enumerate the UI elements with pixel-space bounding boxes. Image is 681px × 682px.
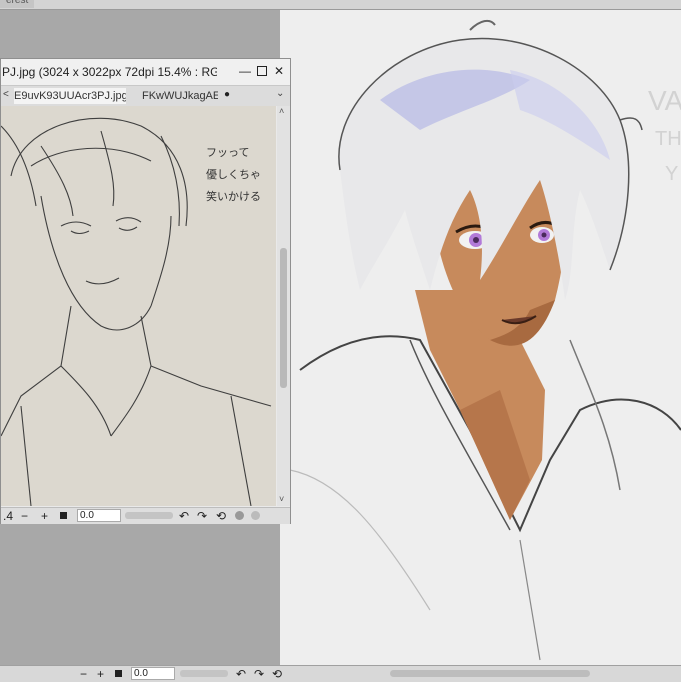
angle-field[interactable]: 0.0 [131, 667, 175, 680]
zoom-in-button[interactable]: + [97, 667, 104, 681]
top-bar: erest [0, 0, 681, 10]
tab-modified-dot-icon: ● [224, 89, 231, 100]
scroll-up-icon[interactable]: ˄ [279, 106, 284, 116]
reference-sketch: フッって 優しくちゃ 笑いかける [1, 106, 276, 506]
sub-view-scrollbar[interactable]: ˄ ˅ [277, 106, 290, 506]
handwriting-line-2: 優しくちゃ [206, 168, 261, 181]
stop-icon[interactable] [115, 670, 122, 677]
sub-angle-slider[interactable] [125, 512, 173, 519]
maximize-button[interactable] [256, 65, 268, 77]
scroll-down-icon[interactable]: ˅ [279, 494, 284, 504]
sub-indicator-icon [235, 511, 244, 520]
canvas-text-3: Y [665, 163, 678, 185]
bottom-bar: − + 0.0 ↶ ↷ ⟲ [0, 665, 681, 682]
tab-image-2[interactable]: FKwWUJkagAEy [142, 88, 218, 104]
zoom-out-button[interactable]: − [80, 667, 87, 681]
close-icon: ✕ [273, 64, 285, 78]
sub-indicator-icon-2 [251, 511, 260, 520]
sub-rotate-right-icon[interactable]: ↷ [197, 509, 207, 523]
handwriting-line-3: 笑いかける [206, 189, 261, 203]
document-tab[interactable]: erest [0, 0, 35, 8]
canvas-text-2: TH [655, 128, 681, 150]
reset-rotation-icon[interactable]: ⟲ [272, 667, 282, 681]
canvas-text-1: VA [648, 85, 681, 116]
illustration: VA TH Y [289, 19, 681, 661]
sub-zoom-out-button[interactable]: − [21, 509, 28, 523]
sub-view-footer: .4 − + 0.0 ↶ ↷ ⟲ [1, 507, 290, 524]
sub-view-titlebar[interactable]: PJ.jpg (3024 x 3022px 72dpi 15.4% : RGB:… [1, 59, 290, 85]
scroll-thumb[interactable] [280, 248, 287, 388]
tab-scroll-left-icon[interactable]: < [3, 89, 9, 100]
handwriting-line-1: フッって [206, 146, 249, 159]
sub-zoom-in-button[interactable]: + [41, 509, 48, 523]
sub-view-image[interactable]: フッって 優しくちゃ 笑いかける [1, 106, 276, 506]
maximize-icon [257, 66, 267, 76]
tab-menu-chevron-icon[interactable]: ⌄ [276, 88, 284, 99]
sub-stop-icon[interactable] [60, 512, 67, 519]
sub-view-title: PJ.jpg (3024 x 3022px 72dpi 15.4% : RGB:… [2, 65, 217, 79]
sub-view-tabs: < E9uvK93UUAcr3PJ.jpg FKwWUJkagAEy ● ⌄ [1, 85, 290, 106]
sub-reset-rotation-icon[interactable]: ⟲ [216, 509, 226, 523]
rotate-left-icon[interactable]: ↶ [236, 667, 246, 681]
minimize-button[interactable]: — [239, 65, 251, 77]
close-button[interactable]: ✕ [273, 65, 285, 77]
main-canvas[interactable]: VA TH Y [280, 10, 681, 665]
angle-slider[interactable] [180, 670, 228, 677]
sub-rotate-left-icon[interactable]: ↶ [179, 509, 189, 523]
sub-view-window[interactable]: PJ.jpg (3024 x 3022px 72dpi 15.4% : RGB:… [0, 58, 291, 524]
sub-angle-field[interactable]: 0.0 [77, 509, 121, 522]
tab-image-1[interactable]: E9uvK93UUAcr3PJ.jpg [14, 88, 126, 104]
horizontal-scroll-thumb[interactable] [390, 670, 590, 677]
sub-zoom-value: .4 [3, 509, 14, 523]
rotate-right-icon[interactable]: ↷ [254, 667, 264, 681]
